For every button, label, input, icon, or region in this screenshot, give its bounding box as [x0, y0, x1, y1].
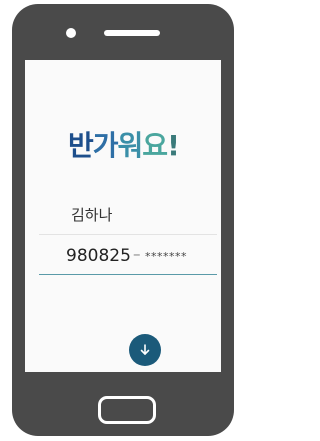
- resident-id-separator: –: [133, 245, 141, 263]
- resident-id-back-masked: *******: [145, 250, 187, 263]
- page-title-char: !: [167, 129, 180, 162]
- page-title-char: 요: [142, 129, 168, 162]
- page-title-char: 가: [92, 129, 119, 162]
- name-value: 김하나: [71, 206, 113, 224]
- home-button[interactable]: [98, 396, 156, 424]
- camera-icon: [66, 28, 76, 38]
- resident-id-front: 980825: [66, 246, 131, 266]
- arrow-down-icon: [140, 344, 150, 355]
- phone-frame: 반가워요! 김하나 980825 – *******: [12, 4, 234, 436]
- page-title-char: 워: [117, 129, 144, 162]
- resident-id-field[interactable]: 980825 – *******: [39, 234, 217, 275]
- name-field[interactable]: 김하나: [39, 194, 217, 235]
- page-title-char: 반: [68, 129, 94, 162]
- next-button[interactable]: [129, 334, 161, 366]
- page-title: 반가워요!: [68, 124, 180, 164]
- screen: 반가워요! 김하나 980825 – *******: [25, 60, 221, 372]
- speaker-icon: [104, 30, 160, 36]
